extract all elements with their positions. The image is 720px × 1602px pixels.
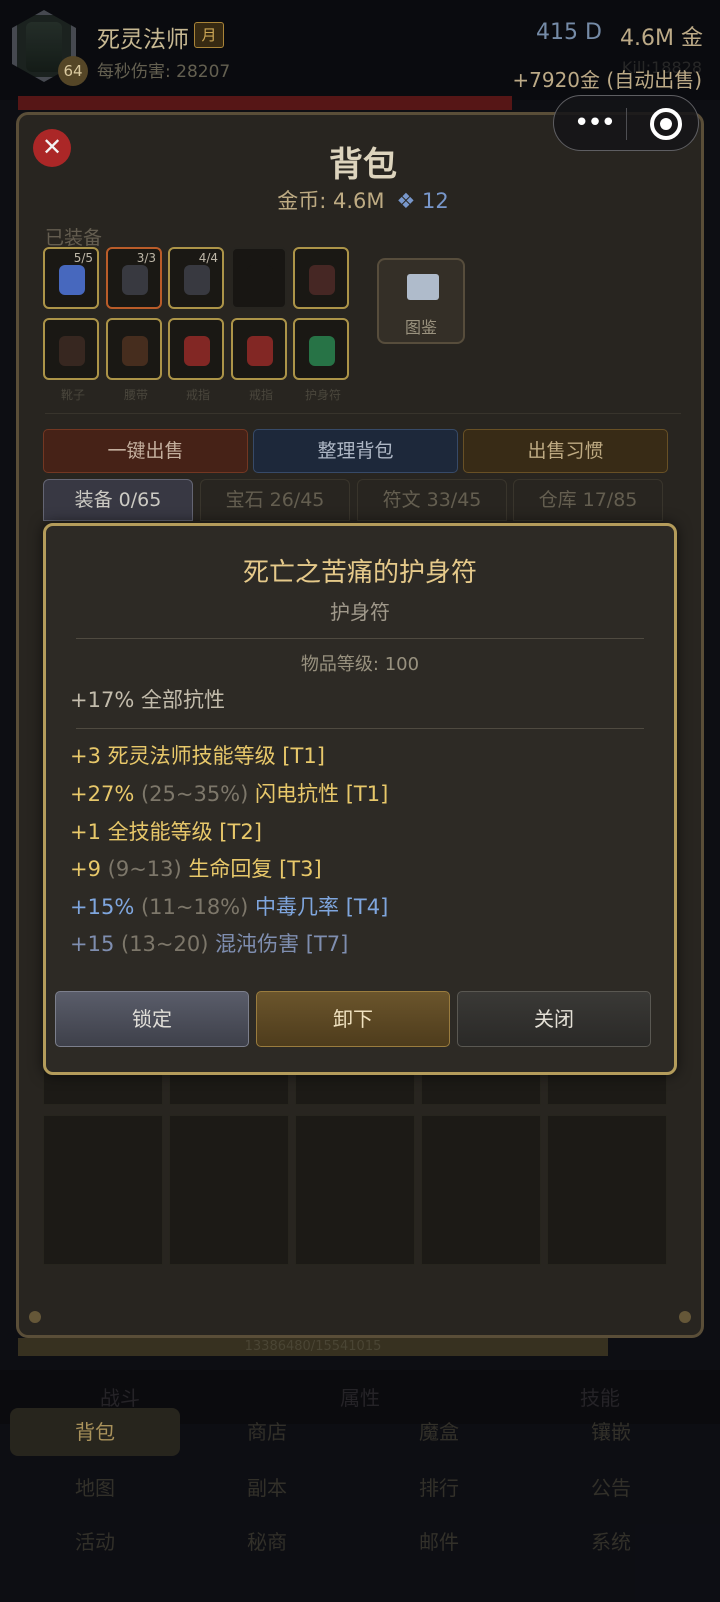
affix-value: +3 死灵法师技能等级 [T1] [70,744,325,768]
exit-icon[interactable] [650,108,682,140]
affix-stat: 混沌伤害 [T7] [208,932,349,956]
affix-range: (11~18%) [140,895,249,919]
close-button[interactable]: 关闭 [457,991,651,1047]
unequip-button[interactable]: 卸下 [256,991,450,1047]
affix-range: (25~35%) [140,782,249,806]
divider [76,728,644,729]
divider [626,108,627,140]
affix-line: +15% (11~18%) 中毒几率 [T4] [70,891,388,921]
affix-value: +15% [70,895,141,919]
item-level: 物品等级: 100 [300,654,420,675]
affix-line: +27% (25~35%) 闪电抗性 [T1] [70,778,388,808]
affix-stat: 闪电抗性 [T1] [248,782,389,806]
affix-value: +1 全技能等级 [T2] [70,820,262,844]
item-type: 护身符 [330,600,390,624]
affix-stat: 生命回复 [T3] [181,857,322,881]
item-name: 死亡之苦痛的护身符 [242,558,477,588]
affix-value: +15 [70,932,121,956]
divider [76,638,644,639]
affix-value: +27% [70,782,141,806]
item-tooltip: 死亡之苦痛的护身符 护身符 物品等级: 100 +17% 全部抗性 锁定 卸下 … [43,523,677,1075]
affix-value: +9 [70,857,108,881]
affix-line: +3 死灵法师技能等级 [T1] [70,740,325,770]
affix-stat: 中毒几率 [T4] [248,895,389,919]
lock-button[interactable]: 锁定 [55,991,249,1047]
affix-line: +15 (13~20) 混沌伤害 [T7] [70,928,348,958]
more-icon[interactable]: ••• [574,108,616,138]
affix-line: +1 全技能等级 [T2] [70,816,262,846]
game-screen: 64 死灵法师 月 每秒伤害: 28207 415 D 4.6M 金 Kill:… [0,0,720,1602]
affix-range: (9~13) [107,857,182,881]
affix-range: (13~20) [121,932,209,956]
implicit-stat: +17% 全部抗性 [70,688,225,712]
mini-program-capsule: ••• [553,95,699,151]
affix-line: +9 (9~13) 生命回复 [T3] [70,853,322,883]
